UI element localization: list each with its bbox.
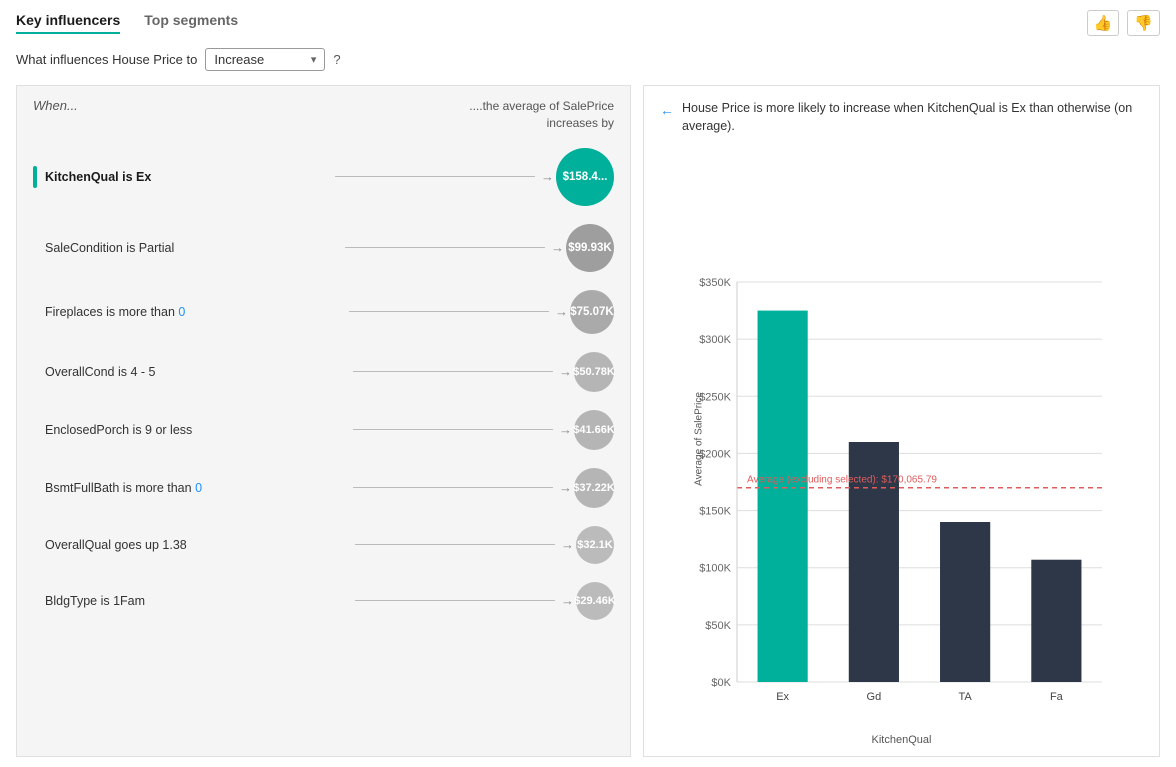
influencer-bubble: $75.07K bbox=[570, 290, 614, 334]
tabs-left: Key influencers Top segments bbox=[16, 12, 238, 34]
arrow-icon: → bbox=[561, 537, 574, 552]
back-arrow-icon[interactable]: ← bbox=[660, 101, 674, 121]
y-tick-label: $50K bbox=[705, 620, 731, 632]
thumbs-down-button[interactable]: 👎 bbox=[1127, 10, 1160, 36]
influencer-bubble: $37.22K bbox=[574, 468, 614, 508]
help-icon[interactable]: ? bbox=[333, 52, 340, 67]
influencer-label: BldgType is 1Fam bbox=[45, 594, 349, 608]
influencer-row[interactable]: OverallQual goes up 1.38 → $32.1K bbox=[33, 526, 614, 564]
tabs-right: 👍 👎 bbox=[1087, 10, 1160, 36]
y-tick-label: $0K bbox=[711, 677, 731, 689]
average-line-label: Average (excluding selected): $170,065.7… bbox=[747, 475, 937, 486]
influencer-row[interactable]: BldgType is 1Fam → $29.46K bbox=[33, 582, 614, 620]
arrow-icon: → bbox=[559, 364, 572, 379]
influencer-line bbox=[335, 176, 535, 177]
influencer-label: OverallQual goes up 1.38 bbox=[45, 538, 349, 552]
arrow-icon: → bbox=[541, 169, 554, 184]
left-header: When... ....the average of SalePriceincr… bbox=[33, 98, 614, 132]
chart-area: Average of SalePrice $0K$50K$100K$150K$2… bbox=[660, 145, 1143, 746]
influencer-line bbox=[355, 544, 555, 545]
bar-chart-svg: $0K$50K$100K$150K$200K$250K$300K$350KExG… bbox=[682, 272, 1122, 732]
chevron-down-icon: ▾ bbox=[311, 53, 317, 66]
influencer-label: EnclosedPorch is 9 or less bbox=[45, 423, 347, 437]
tab-top-segments[interactable]: Top segments bbox=[144, 12, 238, 34]
y-tick-label: $100K bbox=[699, 563, 731, 575]
question-row: What influences House Price to Increase … bbox=[16, 48, 1160, 71]
influencer-label: SaleCondition is Partial bbox=[45, 241, 339, 255]
x-tick-label: Fa bbox=[1049, 691, 1063, 703]
influencer-bubble: $32.1K bbox=[576, 526, 614, 564]
influencer-line bbox=[345, 247, 545, 248]
dropdown-value: Increase bbox=[214, 52, 264, 67]
influencer-line bbox=[353, 487, 553, 488]
bar[interactable] bbox=[1031, 560, 1081, 682]
main-content: When... ....the average of SalePriceincr… bbox=[16, 85, 1160, 757]
y-axis-label: Average of SalePrice bbox=[693, 392, 704, 486]
influencer-bubble: $99.93K bbox=[566, 224, 614, 272]
tab-key-influencers[interactable]: Key influencers bbox=[16, 12, 120, 34]
x-axis-label: KitchenQual bbox=[660, 734, 1143, 746]
y-tick-label: $150K bbox=[699, 506, 731, 518]
bar[interactable] bbox=[940, 522, 990, 682]
influencer-bubble: $50.78K bbox=[574, 352, 614, 392]
question-prefix: What influences House Price to bbox=[16, 52, 197, 67]
thumbs-up-button[interactable]: 👍 bbox=[1087, 10, 1120, 36]
x-tick-label: Gd bbox=[866, 691, 881, 703]
influencer-label: OverallCond is 4 - 5 bbox=[45, 365, 347, 379]
influence-dropdown[interactable]: Increase ▾ bbox=[205, 48, 325, 71]
influencer-list: KitchenQual is Ex → $158.4... SaleCondit… bbox=[33, 148, 614, 620]
influencer-label: Fireplaces is more than 0 bbox=[45, 305, 343, 319]
bar[interactable] bbox=[757, 311, 807, 682]
influencer-bubble: $158.4... bbox=[556, 148, 614, 206]
influencer-bubble: $29.46K bbox=[576, 582, 614, 620]
tabs-row: Key influencers Top segments 👍 👎 bbox=[16, 10, 1160, 36]
influencer-row[interactable]: Fireplaces is more than 0 → $75.07K bbox=[33, 290, 614, 334]
influencer-row[interactable]: BsmtFullBath is more than 0 → $37.22K bbox=[33, 468, 614, 508]
arrow-icon: → bbox=[555, 304, 568, 319]
bar-chart-wrapper: Average of SalePrice $0K$50K$100K$150K$2… bbox=[660, 145, 1143, 732]
right-panel: ← House Price is more likely to increase… bbox=[643, 85, 1160, 757]
influencer-bubble: $41.66K bbox=[574, 410, 614, 450]
increases-label: ....the average of SalePriceincreases by bbox=[469, 98, 614, 132]
influencer-label: KitchenQual is Ex bbox=[45, 170, 329, 184]
arrow-icon: → bbox=[559, 422, 572, 437]
y-tick-label: $350K bbox=[699, 277, 731, 289]
influencer-row[interactable]: KitchenQual is Ex → $158.4... bbox=[33, 148, 614, 206]
influencer-label: BsmtFullBath is more than 0 bbox=[45, 481, 347, 495]
selected-indicator bbox=[33, 166, 37, 188]
influencer-line bbox=[355, 600, 555, 601]
x-tick-label: TA bbox=[958, 691, 972, 703]
when-label: When... bbox=[33, 98, 78, 113]
arrow-icon: → bbox=[559, 480, 572, 495]
influencer-row[interactable]: SaleCondition is Partial → $99.93K bbox=[33, 224, 614, 272]
influencer-line bbox=[353, 371, 553, 372]
influencer-row[interactable]: OverallCond is 4 - 5 → $50.78K bbox=[33, 352, 614, 392]
arrow-icon: → bbox=[551, 240, 564, 255]
arrow-icon: → bbox=[561, 593, 574, 608]
left-panel: When... ....the average of SalePriceincr… bbox=[16, 85, 631, 757]
chart-description: House Price is more likely to increase w… bbox=[682, 100, 1143, 135]
right-header: ← House Price is more likely to increase… bbox=[660, 100, 1143, 135]
x-tick-label: Ex bbox=[776, 691, 789, 703]
main-container: Key influencers Top segments 👍 👎 What in… bbox=[0, 0, 1176, 767]
influencer-row[interactable]: EnclosedPorch is 9 or less → $41.66K bbox=[33, 410, 614, 450]
influencer-line bbox=[353, 429, 553, 430]
y-tick-label: $300K bbox=[699, 334, 731, 346]
influencer-line bbox=[349, 311, 549, 312]
